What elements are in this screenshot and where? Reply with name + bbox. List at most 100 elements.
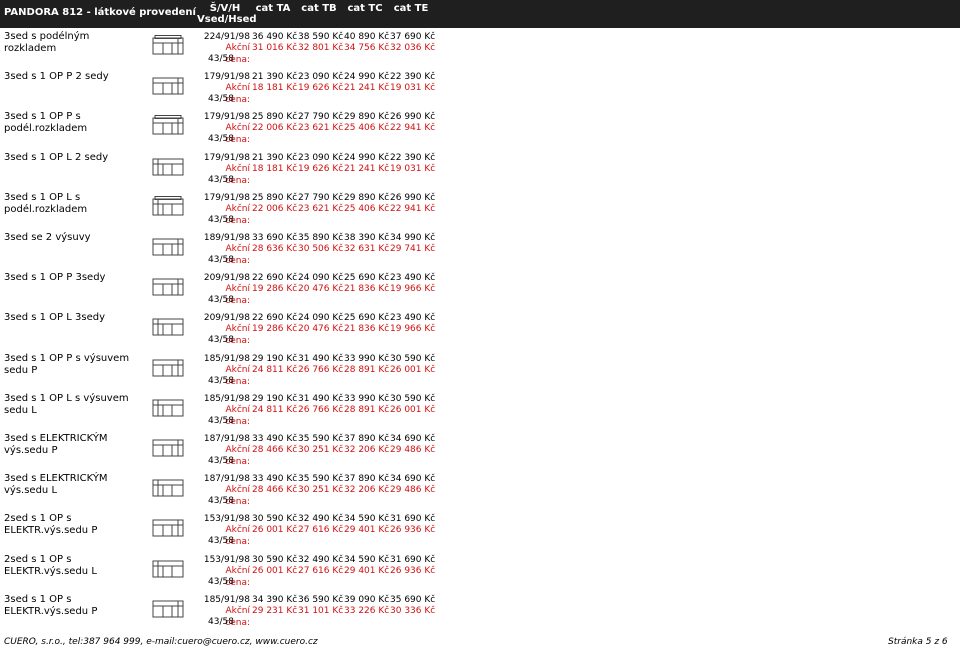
sale-price-cat-1: 20 476 Kč [298, 324, 344, 335]
product-name: 3sed s 1 OP L s podél.rozkladem [4, 191, 88, 215]
sale-price-cat-0: 18 181 Kč [252, 163, 298, 174]
sale-price-cat-0: 26 001 Kč [252, 565, 298, 576]
sofa-arm-right-icon [152, 75, 184, 97]
sale-price-cat-1: 30 251 Kč [298, 485, 344, 496]
sofa-2-electric-right-icon [152, 517, 184, 539]
sale-price-cat-1: 26 766 Kč [298, 364, 344, 375]
sale-price-cat-1: 30 506 Kč [298, 244, 344, 254]
product-name: 3sed s 1 OP L s výsuvem sedu L [4, 392, 129, 416]
sale-price-cat-3: 29 486 Kč [390, 445, 436, 455]
sale-price-cat-2: 21 241 Kč [344, 163, 390, 174]
sale-price-cat-2: 32 206 Kč [344, 445, 390, 455]
footer-contact: CUERO, s.r.o., tel:387 964 999, e-mail:c… [4, 637, 318, 647]
seat-height-code: 43/58 [208, 295, 234, 306]
seat-height-code: 43/58 [208, 456, 234, 466]
sale-price-cat-3: 19 031 Kč [390, 83, 436, 94]
col-header-cat-tc: cat TC [347, 3, 383, 14]
page-number: Stránka 5 z 6 [888, 637, 948, 647]
sale-price-cat-3: 19 031 Kč [390, 163, 436, 174]
sale-price-cat-2: 21 241 Kč [344, 83, 390, 94]
sofa-three-left-icon [152, 316, 184, 338]
sale-price-cat-1: 19 626 Kč [298, 83, 344, 94]
sale-price-cat-1: 26 766 Kč [298, 404, 344, 415]
dim-col-line2: Vsed/Hsed [197, 14, 257, 25]
table-row: 3sed s ELEKTRICKÝM výs.sedu P 187/91/98 Ak… [0, 433, 960, 473]
seat-height-code: 43/58 [208, 255, 234, 265]
product-name: 3sed s 1 OP P s podél.rozkladem [4, 111, 88, 135]
seat-height-code: 43/58 [208, 134, 234, 145]
seat-height-code: 43/58 [208, 415, 234, 426]
sale-price-cat-0: 22 006 Kč [252, 123, 298, 134]
sale-price-cat-0: 19 286 Kč [252, 324, 298, 335]
sale-price-cat-0: 18 181 Kč [252, 83, 298, 94]
table-row: 3sed s 1 OP L s podél.rozkladem 179/91/98… [0, 192, 960, 232]
table-row: 3sed s 1 OP P 3sedy 209/91/98 Akční cena: 4… [0, 272, 960, 312]
seat-height-code: 43/58 [208, 94, 234, 105]
sofa-extend-left-icon [152, 397, 184, 419]
seat-height-code: 43/58 [208, 54, 234, 64]
page-title: PANDORA 812 - látkové provedení [4, 7, 196, 18]
table-row: 3sed s 1 OP L 3sedy 209/91/98 Akční cena: 4… [0, 312, 960, 352]
seat-height-code: 43/58 [208, 576, 234, 587]
sale-price-cat-2: 21 836 Kč [344, 284, 390, 295]
seat-height-code: 43/58 [208, 375, 234, 386]
product-name: 3sed s 1 OP L 3sedy [4, 312, 106, 324]
product-name: 2sed s 1 OP s ELEKTR.výs.sedu P [4, 513, 98, 537]
seat-height-code: 43/58 [208, 616, 234, 627]
seat-height-code: 43/58 [208, 174, 234, 185]
sale-price-cat-1: 31 101 Kč [298, 605, 344, 616]
sale-price-cat-3: 22 941 Kč [390, 123, 436, 134]
sale-price-cat-2: 29 401 Kč [344, 565, 390, 576]
product-name: 2sed s 1 OP s ELEKTR.výs.sedu L [4, 553, 97, 577]
sale-price-cat-2: 32 631 Kč [344, 244, 390, 254]
sale-price-cat-2: 28 891 Kč [344, 404, 390, 415]
sale-price-cat-2: 34 756 Kč [344, 43, 390, 53]
sale-price-cat-3: 29 486 Kč [390, 485, 436, 496]
sale-price-cat-2: 21 836 Kč [344, 324, 390, 335]
table-row: 3sed s 1 OP P s výsuvem sedu P 185/91/98 A… [0, 353, 960, 393]
table-row: 3sed s ELEKTRICKÝM výs.sedu L 187/91/98 Ak… [0, 473, 960, 513]
sofa-three-right-icon [152, 276, 184, 298]
sofa-electric-left-icon [152, 477, 184, 499]
table-row: 3sed s 1 OP L s výsuvem sedu L 185/91/98 A… [0, 393, 960, 433]
sale-price-cat-1: 27 616 Kč [298, 565, 344, 576]
sofa-electric-right-icon [152, 437, 184, 459]
sale-price-cat-0: 24 811 Kč [252, 364, 298, 375]
product-name: 3sed s 1 OP P 3sedy [4, 272, 106, 284]
sale-price-cat-3: 26 936 Kč [390, 525, 436, 536]
seat-height-code: 43/58 [208, 335, 234, 346]
table-row: 3sed s 1 OP L 2 sedy 179/91/98 Akční cena:… [0, 152, 960, 192]
product-name: 3sed s podélným rozkladem [4, 31, 90, 54]
sofa-arm-left-icon [152, 156, 184, 178]
table-header: PANDORA 812 - látkové provedení Š/V/H Vs… [0, 0, 960, 28]
sale-price-cat-1: 32 801 Kč [298, 43, 344, 53]
sale-price-cat-2: 29 401 Kč [344, 525, 390, 536]
sale-price-cat-1: 30 251 Kč [298, 445, 344, 455]
sale-price-cat-3: 26 936 Kč [390, 565, 436, 576]
sale-price-cat-0: 28 466 Kč [252, 485, 298, 496]
seat-height-code: 43/58 [208, 214, 234, 225]
product-name: 3sed s 1 OP P s výsuvem sedu P [4, 352, 130, 376]
sale-price-cat-2: 25 406 Kč [344, 123, 390, 134]
product-name: 3sed s 1 OP P 2 sedy [4, 71, 109, 83]
table-row: 3sed s 1 OP P 2 sedy 179/91/98 Akční cena:… [0, 71, 960, 111]
seat-height-code: 43/58 [208, 496, 234, 507]
sale-price-cat-2: 33 226 Kč [344, 605, 390, 616]
sale-price-cat-1: 20 476 Kč [298, 284, 344, 295]
sofa-3-electric-right-icon [152, 598, 184, 620]
product-name: 3sed s ELEKTRICKÝM výs.sedu L [4, 473, 108, 497]
sale-price-cat-3: 32 036 Kč [390, 43, 436, 53]
product-name: 3sed s 1 OP L 2 sedy [4, 151, 109, 163]
sale-price-cat-3: 26 001 Kč [390, 364, 436, 375]
sale-price-cat-2: 28 891 Kč [344, 364, 390, 375]
sofa-extend-right-icon [152, 357, 184, 379]
sale-price-cat-0: 31 016 Kč [252, 43, 298, 53]
sale-price-cat-1: 19 626 Kč [298, 163, 344, 174]
sofa-long-icon [152, 35, 184, 57]
sale-price-cat-2: 32 206 Kč [344, 485, 390, 496]
sale-price-cat-0: 24 811 Kč [252, 404, 298, 415]
table-row: 2sed s 1 OP s ELEKTR.výs.sedu P 153/91/98… [0, 513, 960, 553]
sale-price-cat-1: 27 616 Kč [298, 525, 344, 536]
sale-price-cat-3: 19 966 Kč [390, 324, 436, 335]
sale-price-cat-3: 30 336 Kč [390, 605, 436, 616]
